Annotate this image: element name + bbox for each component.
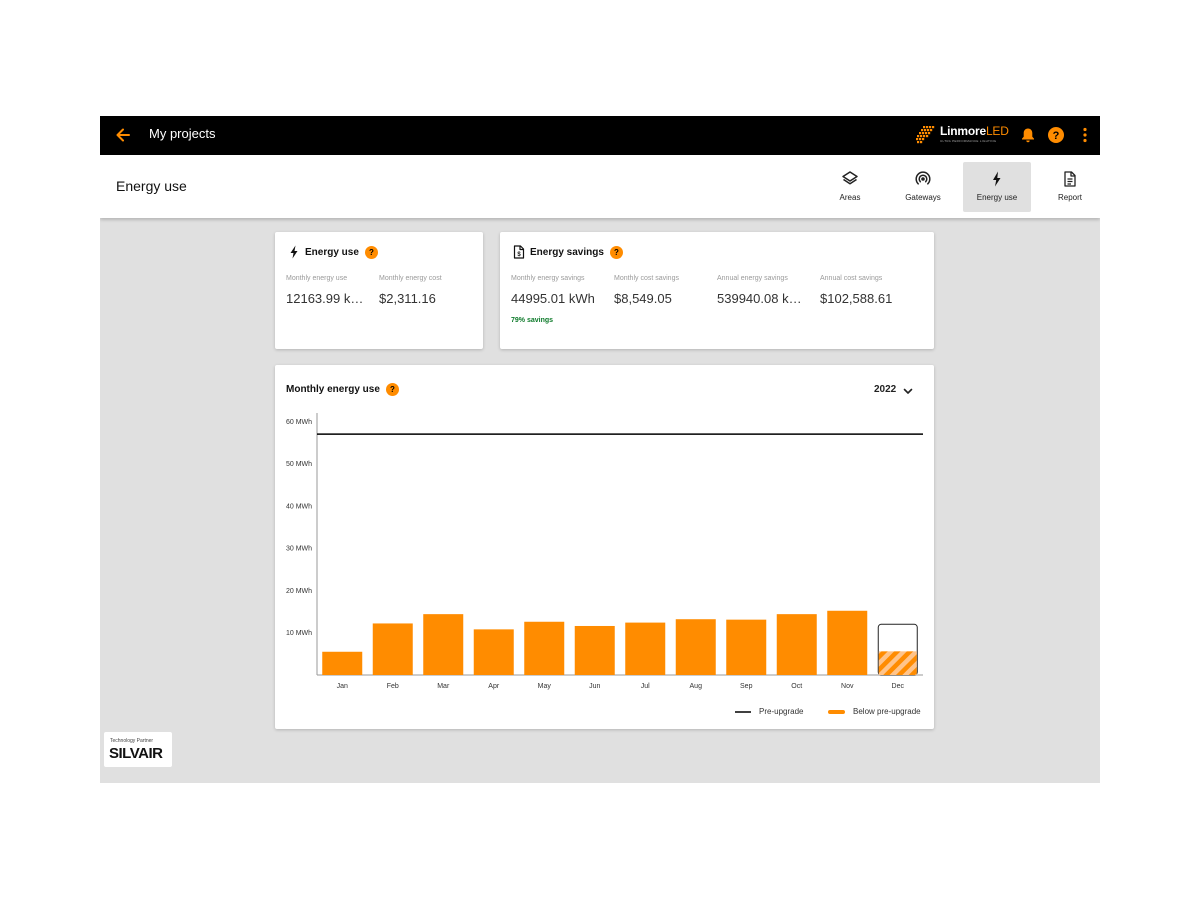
tab-label: Energy use: [976, 193, 1018, 202]
tab-gateways[interactable]: Gateways: [889, 162, 957, 212]
metric-label: Monthly energy use: [286, 275, 348, 282]
tab-report[interactable]: Report: [1036, 162, 1100, 212]
more-vert-icon[interactable]: [1075, 125, 1095, 145]
tab-areas[interactable]: Areas: [816, 162, 884, 212]
metric-label: Monthly energy cost: [379, 275, 442, 282]
logo-tagline: ULTRA PERFORMANCE LIGHTING: [940, 139, 997, 143]
linmore-logo: LinmoreLED ULTRA PERFORMANCE LIGHTING: [915, 122, 1010, 150]
bar-aug: [675, 619, 716, 675]
report-icon: [1064, 171, 1076, 187]
x-tick-label: Jan: [337, 683, 348, 690]
energy-savings-card: $ Energy savings? Monthly energy savings…: [500, 232, 934, 349]
x-tick-label: Nov: [841, 683, 854, 690]
y-tick-label: 40 MWh: [286, 503, 312, 510]
my-projects-link[interactable]: My projects: [149, 126, 215, 141]
silvair-name: SILVAIR: [109, 745, 163, 762]
help-icon[interactable]: ?: [1046, 125, 1066, 145]
bar-oct: [776, 614, 817, 675]
tab-label: Areas: [839, 193, 861, 202]
bar-apr: [473, 629, 514, 675]
x-tick-label: May: [538, 683, 552, 690]
x-tick-label: Oct: [791, 683, 802, 690]
tab-label: Report: [1057, 193, 1082, 202]
top-bar: My projects LinmoreLED ULTRA PERFORMANCE…: [100, 116, 1100, 155]
page-header: Energy use Areas Gateways Energy use Rep…: [100, 155, 1100, 218]
logo-brand-suffix: LED: [985, 124, 1009, 138]
monthly-energy-savings-value: 44995.01 kWh: [511, 291, 595, 306]
card-title: Monthly energy use?: [286, 383, 399, 396]
svg-text:?: ?: [1053, 130, 1060, 142]
silvair-tagline: Technology Partner: [110, 738, 154, 744]
back-arrow-icon[interactable]: [112, 124, 134, 146]
bar-feb: [372, 623, 413, 675]
monthly-energy-chart-card: Monthly energy use? 2022 10 MWh 20 MWh 30 …: [275, 365, 934, 729]
year-value: 2022: [874, 384, 897, 395]
bolt-icon: [993, 171, 1001, 187]
page-title: Energy use: [116, 178, 187, 194]
annual-cost-savings-value: $102,588.61: [820, 291, 893, 306]
y-tick-label: 10 MWh: [286, 630, 312, 637]
annual-energy-savings-value: 539940.08 kWh: [717, 291, 803, 306]
x-tick-label: Apr: [488, 683, 500, 690]
y-tick-label: 60 MWh: [286, 419, 312, 426]
monthly-energy-use-value: 12163.99 kWh: [286, 291, 364, 306]
y-tick-label: 30 MWh: [286, 546, 312, 553]
bell-icon[interactable]: [1018, 125, 1038, 145]
legend-label: Below pre-upgrade: [853, 707, 921, 716]
legend-bar-swatch: [828, 709, 845, 714]
metric-label: Monthly cost savings: [614, 275, 679, 282]
logo-mark-icon: [916, 126, 935, 144]
card-title: Energy savings?: [530, 246, 623, 259]
bar-jul: [625, 622, 666, 675]
bar-jan: [322, 651, 363, 675]
x-tick-label: Mar: [437, 683, 450, 690]
legend-line-swatch: [735, 711, 751, 713]
help-icon[interactable]: ?: [385, 383, 399, 396]
energy-use-card: Energy use? Monthly energy use 12163.99 …: [275, 232, 483, 349]
bar-jun: [574, 625, 615, 675]
svg-text:$: $: [517, 252, 521, 258]
energy-bar-chart: 10 MWh 20 MWh 30 MWh 40 MWh 50 MWh 60 MWh Jan…: [286, 413, 923, 690]
gateway-icon: [915, 171, 931, 185]
x-tick-label: Jun: [589, 683, 600, 690]
help-icon[interactable]: ?: [609, 246, 623, 259]
card-title-text: Energy use: [305, 247, 359, 259]
silvair-partner-badge: Technology Partner SILVAIR: [104, 732, 172, 767]
monthly-energy-cost-value: $2,311.16: [379, 291, 436, 306]
metric-label: Annual cost savings: [820, 275, 883, 282]
app-window: My projects LinmoreLED ULTRA PERFORMANCE…: [100, 116, 1100, 783]
legend-pre-upgrade: Pre-upgrade: [735, 707, 803, 716]
logo-brand: Linmore: [940, 124, 986, 138]
chevron-down-icon: [903, 388, 913, 394]
savings-document-icon: $: [513, 245, 525, 259]
metric-label: Monthly energy savings: [511, 275, 585, 282]
savings-percent: 79% savings: [511, 317, 554, 324]
x-tick-label: Jul: [641, 683, 650, 690]
help-icon[interactable]: ?: [364, 246, 378, 259]
x-tick-label: Feb: [387, 683, 399, 690]
bar-nov: [827, 610, 868, 675]
y-tick-label: 50 MWh: [286, 461, 312, 468]
bar-sep: [726, 619, 767, 675]
bolt-icon: [290, 245, 298, 259]
bar-may: [524, 621, 565, 675]
monthly-cost-savings-value: $8,549.05: [614, 291, 672, 306]
x-tick-label: Dec: [892, 683, 905, 690]
y-tick-label: 20 MWh: [286, 588, 312, 595]
bar-mar: [423, 614, 464, 675]
metric-label: Annual energy savings: [717, 275, 788, 282]
card-title-text: Energy savings: [530, 247, 604, 259]
card-title: Energy use?: [305, 246, 378, 259]
x-tick-label: Sep: [740, 683, 753, 690]
legend-below-pre-upgrade: Below pre-upgrade: [828, 707, 921, 716]
tab-label: Gateways: [905, 193, 941, 202]
bar-dec: [878, 651, 917, 675]
layers-icon: [842, 171, 858, 185]
x-tick-label: Aug: [690, 683, 703, 690]
legend-label: Pre-upgrade: [759, 707, 804, 716]
card-title-text: Monthly energy use: [286, 384, 380, 396]
year-select[interactable]: 2022: [874, 383, 922, 399]
tab-energy-use[interactable]: Energy use: [963, 162, 1031, 212]
